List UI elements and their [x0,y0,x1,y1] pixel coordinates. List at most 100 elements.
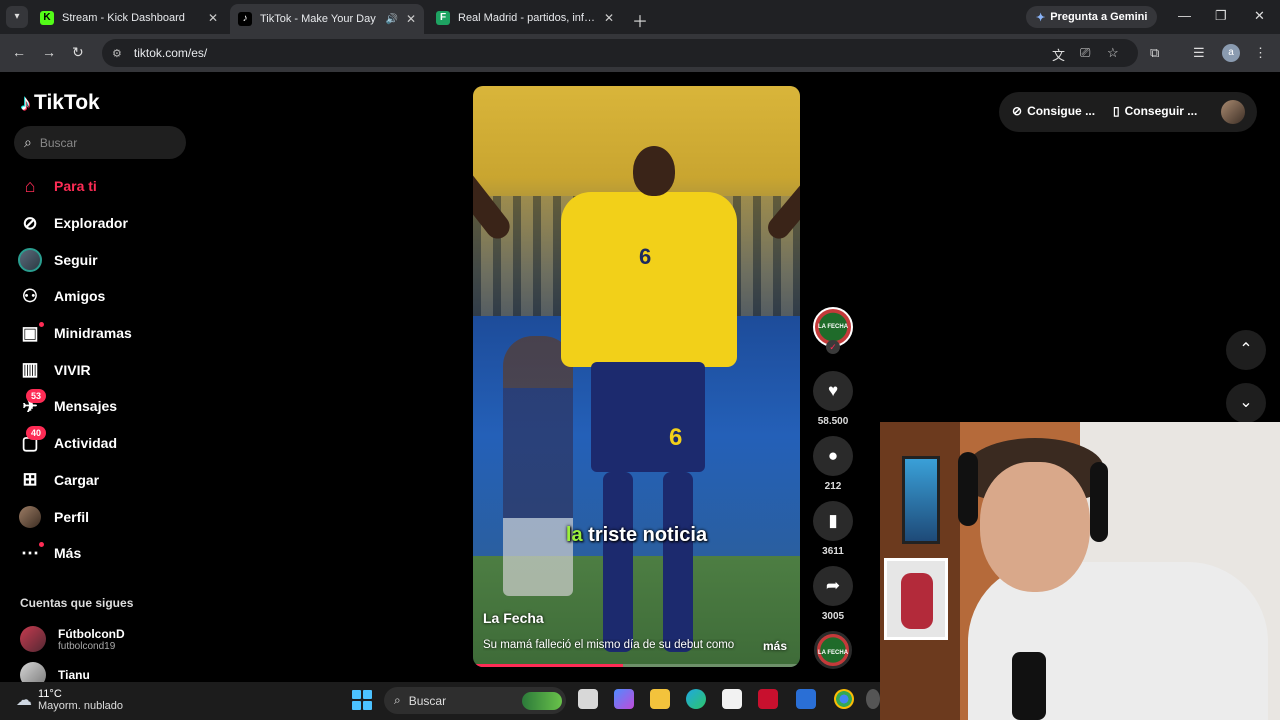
tab-search-menu-button[interactable]: ▾ [6,6,28,28]
sidebar-item-amigos[interactable]: ⚇ Amigos [18,278,198,315]
url-text: tiktok.com/es/ [133,46,208,60]
sidebar-item-vivir[interactable]: ▥ VIVIR [18,351,198,388]
sidebar-item-actividad[interactable]: ▢ 40 Actividad [18,425,198,462]
previous-video-button[interactable]: ⌃ [1226,330,1266,370]
gemini-button[interactable]: ✦ Pregunta a Gemini [1026,6,1158,28]
tab-kick[interactable]: K Stream - Kick Dashboard ✕ [32,4,226,32]
chevron-up-icon: ⌃ [1239,341,1253,358]
chrome-menu-icon[interactable]: ⋮ [1254,45,1267,61]
account-handle: futbolcond19 [58,640,116,652]
video-progress-fill [473,664,624,667]
search-highlight-image [522,691,562,710]
webcam-overlay [880,422,1280,720]
bookmark-icon: ▮ [828,511,838,530]
temperature: 11°C [38,688,62,700]
reading-list-icon[interactable]: ☰ [1193,45,1205,61]
get-app-button[interactable]: ▯ Conseguir ... [1113,104,1197,118]
url-bar[interactable]: ⚙ tiktok.com/es/ [102,39,1138,67]
get-coins-button[interactable]: ⊘ Consigue ... [1012,104,1095,118]
like-button[interactable]: ♥ [813,371,853,411]
sidebar-item-label: Minidramas [54,325,132,342]
mcafee-icon[interactable] [758,689,778,709]
comment-count: 212 [824,481,842,492]
search-box[interactable]: ⌕ [14,126,186,159]
video-caption: la triste noticia [473,524,800,547]
file-explorer-icon[interactable] [650,689,670,709]
sidebar-item-perfil[interactable]: Perfil [18,498,198,535]
copilot-icon[interactable] [614,689,634,709]
sidebar-item-label: Explorador [54,215,128,232]
sidebar-item-para-ti[interactable]: ⌂ Para ti [18,168,198,205]
close-window-icon[interactable]: ✕ [1254,8,1265,24]
taskbar-search-label: Buscar [408,693,447,708]
share-icon: ➦ [825,576,841,595]
sidebar-item-minidramas[interactable]: ▣ Minidramas [18,315,198,352]
comment-button[interactable]: ● [813,436,853,476]
video-player[interactable]: 6 6 la triste noticia La Fecha Su mamá f… [473,86,800,667]
tab-real-madrid[interactable]: F Real Madrid - partidos, informa ✕ [428,4,622,32]
sidebar-item-label: Para ti [54,178,97,195]
home-icon: ⌂ [24,175,36,196]
forward-icon[interactable]: → [42,44,56,60]
save-button[interactable]: ▮ [813,501,853,541]
site-info-icon[interactable]: ⚙ [112,47,122,60]
video-progress-bar[interactable] [473,664,800,667]
minimize-icon[interactable]: — [1178,8,1191,23]
close-tab-icon[interactable]: ✕ [406,12,416,26]
caption-highlight: la [565,524,583,546]
sidebar-item-mas[interactable]: ⋯ Más [18,535,198,572]
task-view-icon[interactable] [578,689,598,709]
shorts-number: 6 [669,424,683,451]
edge-icon[interactable] [686,689,706,709]
music-disc[interactable]: LA FECHA [814,631,852,669]
new-tab-icon[interactable]: ＋ [632,8,648,32]
search-icon: ⌕ [394,693,401,707]
app-icon[interactable] [866,689,880,709]
gemini-sparkle-icon: ✦ [1036,11,1046,24]
get-coins-label: Consigue ... [1027,104,1096,118]
sidebar-item-mensajes[interactable]: ✈ 53 Mensajes [18,388,198,425]
next-video-button[interactable]: ⌄ [1226,383,1266,423]
translate-icon[interactable]: 文 [1052,45,1065,64]
audio-playing-icon[interactable]: 🔊 [385,14,397,25]
restore-icon[interactable]: ❐ [1215,8,1227,24]
tab-tiktok[interactable]: ♪ TikTok - Make Your Day 🔊 ✕ [230,4,424,34]
description-more-button[interactable]: más [763,639,787,653]
close-tab-icon[interactable]: ✕ [604,11,614,25]
profile-avatar[interactable]: a [1222,44,1240,62]
store-icon[interactable] [722,689,742,709]
chrome-icon[interactable] [834,689,854,709]
more-icon: ⋯ [18,541,44,565]
bookmark-star-icon[interactable]: ☆ [1107,45,1119,61]
search-input[interactable] [39,135,160,150]
mail-icon[interactable] [796,689,816,709]
cast-icon[interactable]: ⎚ [1080,45,1090,61]
sidebar-item-cargar[interactable]: ⊞ Cargar [18,462,198,499]
tiktok-logo[interactable]: ♪ TikTok [20,90,100,116]
following-account[interactable]: FútbolconD futbolcond19 [20,626,125,652]
tiktok-favicon-icon: ♪ [238,12,252,26]
cloud-icon: ☁ [16,692,32,709]
user-avatar[interactable] [1221,100,1245,124]
account-avatar [20,626,46,652]
sidebar-item-explorador[interactable]: ⊘ Explorador [18,205,198,242]
back-icon[interactable]: ← [12,44,26,60]
extensions-icon[interactable]: ⧉ [1150,45,1159,61]
phone-icon: ▯ [1113,104,1120,118]
close-tab-icon[interactable]: ✕ [208,11,218,25]
sidebar-item-seguir[interactable]: Seguir [18,241,198,278]
messages-badge: 53 [26,389,46,404]
video-description: Su mamá falleció el mismo día de su debu… [483,639,735,651]
taskbar-search[interactable]: ⌕ Buscar [384,687,566,714]
profile-avatar-icon [18,505,42,529]
film-icon: ▣ [18,321,44,345]
followed-check-icon[interactable]: ✓ [826,340,840,354]
messages-icon: ✈ 53 [18,389,46,418]
reload-icon[interactable]: ↻ [72,44,84,61]
live-icon: ▥ [21,359,39,380]
weather-widget[interactable]: ☁ 11°C Mayorm. nublado [16,688,123,712]
share-button[interactable]: ➦ [813,566,853,606]
video-author[interactable]: La Fecha [483,610,544,626]
browser-tab-bar: ▾ K Stream - Kick Dashboard ✕ ♪ TikTok -… [0,0,1280,34]
windows-start-icon[interactable] [352,690,372,710]
